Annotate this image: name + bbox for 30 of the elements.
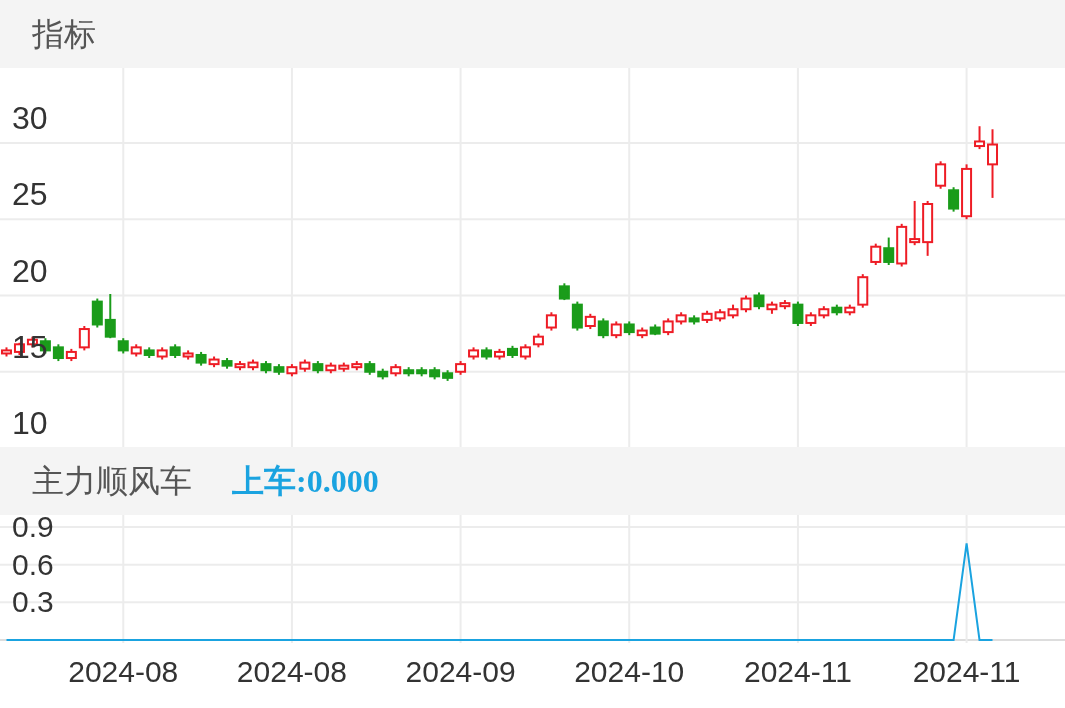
- candlestick: [91, 297, 103, 329]
- axis-label: 2024-09: [405, 657, 516, 687]
- candlestick: [974, 125, 986, 151]
- candlestick: [909, 199, 921, 247]
- candlestick: [948, 186, 960, 213]
- axis-label: 30: [12, 102, 48, 134]
- candlestick: [597, 317, 609, 340]
- candlestick: [78, 325, 90, 352]
- axis-label: 10: [12, 407, 48, 439]
- candlestick: [870, 242, 882, 266]
- axis-label: 2024-08: [236, 657, 347, 687]
- axis-label: 0.9: [12, 512, 54, 542]
- axis-label: 0.3: [12, 587, 54, 618]
- candlestick: [545, 311, 557, 332]
- axis-label: 2024-11: [743, 657, 852, 687]
- candlestick: [792, 300, 804, 327]
- candlestick: [883, 236, 895, 266]
- axis-label: 0.6: [12, 549, 54, 580]
- candlestick: [935, 160, 947, 190]
- candlestick: [571, 300, 583, 332]
- candlestick: [987, 128, 999, 199]
- axis-label: 2024-11: [912, 657, 1021, 687]
- axis-label: 20: [12, 254, 48, 287]
- axis-label: 25: [12, 178, 48, 211]
- axis-label: 2024-10: [574, 657, 685, 687]
- indicator-reading: 上车:0.000: [232, 462, 379, 501]
- axis-label: 2024-08: [68, 657, 179, 687]
- panel-title: 主力顺风车: [32, 462, 192, 501]
- candlestick: [104, 292, 116, 340]
- panel-title: 指标: [32, 15, 96, 54]
